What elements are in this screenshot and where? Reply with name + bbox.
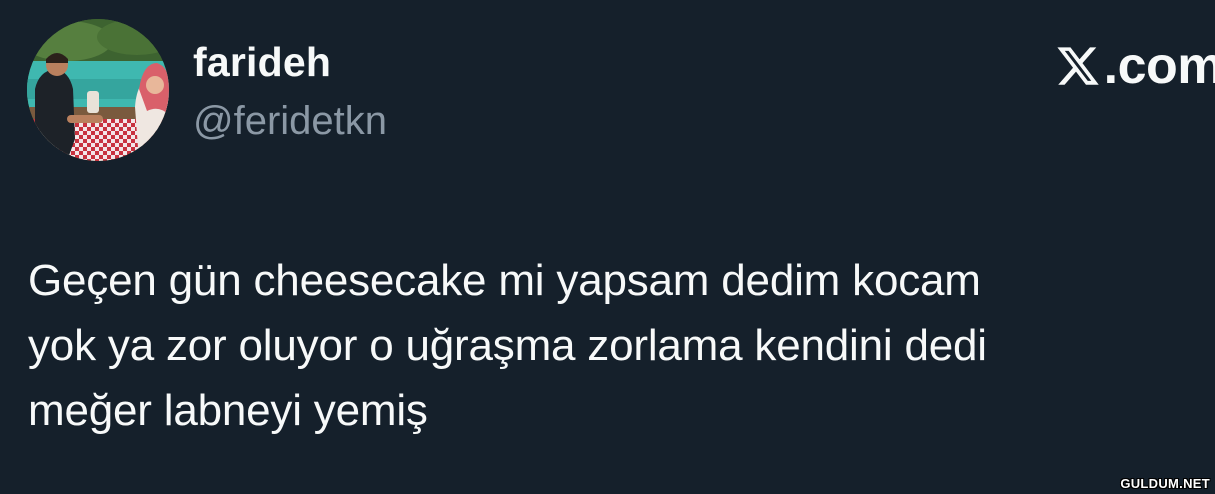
tweet-line-1: Geçen gün cheesecake mi yapsam dedim koc… <box>28 256 981 305</box>
brand-domain: .com <box>1103 37 1215 95</box>
user-handle[interactable]: @feridetkn <box>193 97 387 145</box>
display-name[interactable]: farideh <box>193 38 331 86</box>
x-logo-icon <box>1057 47 1099 85</box>
tweet-line-3: meğer labneyi yemiş <box>28 386 428 435</box>
x-brand: .com <box>1054 36 1215 96</box>
tweet-text: Geçen gün cheesecake mi yapsam dedim koc… <box>28 248 1213 443</box>
avatar-photo <box>27 19 169 161</box>
watermark: GULDUM.NET <box>1120 476 1210 491</box>
tweet-line-2: yok ya zor oluyor o uğraşma zorlama kend… <box>28 321 987 370</box>
avatar[interactable] <box>27 19 169 161</box>
